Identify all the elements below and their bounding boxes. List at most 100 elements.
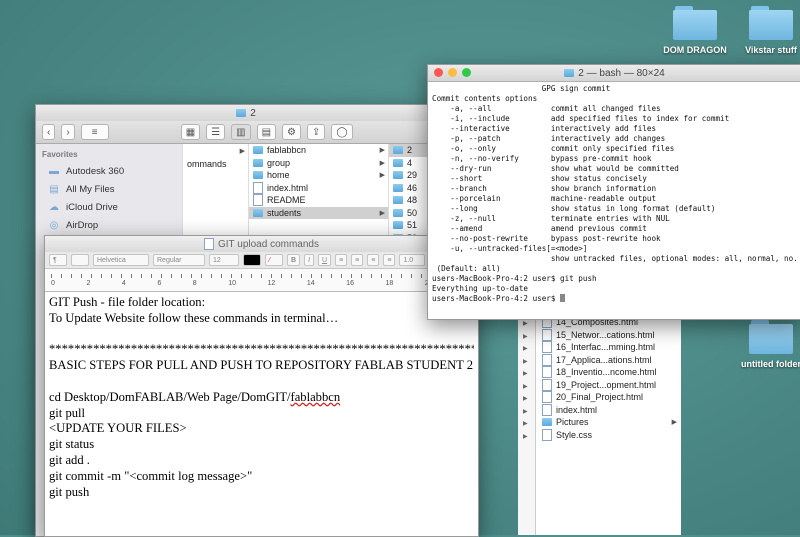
document-text-area[interactable]: GIT Push - file folder location: To Upda… (45, 292, 478, 503)
group-button[interactable]: ⚙ (282, 124, 301, 140)
text-line: git push (49, 484, 90, 499)
sidebar-item-airdrop[interactable]: ◎ AirDrop (36, 216, 182, 234)
sidebar-item-icloud[interactable]: ☁ iCloud Drive (36, 198, 182, 216)
list-item[interactable]: README (249, 194, 389, 207)
forward-button[interactable]: › (61, 124, 75, 140)
line-spacing-select[interactable]: 1.0 (399, 254, 426, 266)
terminal-output[interactable]: GPG sign commit Commit contents options -… (428, 82, 800, 306)
column-view-button[interactable]: ▥ (231, 124, 251, 140)
align-right-button[interactable]: ≡ (367, 254, 380, 266)
document-icon (204, 238, 214, 250)
ruler-numbers: 0 2 4 6 8 10 12 14 16 18 20 22 (51, 280, 472, 287)
list-item[interactable]: Style.css (536, 428, 681, 442)
desktop-folder-vikstar-stuff[interactable]: Vikstar stuff (726, 6, 800, 55)
triangle-right-icon[interactable]: ▶ (523, 370, 528, 377)
terminal-line: --interactive interactively add files (432, 124, 657, 133)
underline-button[interactable]: U (318, 254, 332, 266)
list-item[interactable]: home ▶ (249, 169, 389, 182)
list-item[interactable]: 16_Interfac...mming.html (536, 341, 681, 354)
italic-button[interactable]: I (304, 254, 315, 266)
minimize-button[interactable] (448, 68, 457, 77)
list-item[interactable]: index.html (249, 181, 389, 195)
align-left-button[interactable]: ≡ (335, 254, 348, 266)
justify-button[interactable]: ≡ (383, 254, 396, 266)
list-item[interactable]: 19_Project...opment.html (536, 378, 681, 392)
terminal-titlebar[interactable]: 2 — bash — 80×24 (428, 65, 800, 82)
triangle-right-icon[interactable]: ▶ (523, 383, 528, 390)
list-item-label: 29 (407, 170, 418, 181)
terminal-line: --no-post-rewrite bypass post-rewrite ho… (432, 234, 661, 243)
list-item[interactable]: Pictures ▶ (536, 416, 681, 429)
list-item[interactable]: students ▶ (249, 206, 389, 219)
chevron-left-icon: ‹ (47, 126, 51, 138)
font-size-select[interactable]: 12 (209, 254, 239, 266)
back-button[interactable]: ‹ (42, 124, 56, 140)
triangle-right-icon[interactable]: ▶ (523, 320, 528, 327)
triangle-right-icon[interactable]: ▶ (523, 345, 528, 352)
folder-icon (542, 418, 552, 427)
list-item-label: 20_Final_Project.html (556, 392, 644, 403)
list-item[interactable]: ommands (183, 158, 249, 171)
triangle-right-icon[interactable]: ▶ (523, 420, 528, 427)
icon-view-button[interactable]: ▦ (180, 124, 201, 140)
bold-button[interactable]: B (287, 254, 301, 266)
tag-icon: ◯ (336, 126, 348, 138)
html-file-icon (542, 341, 552, 354)
coverflow-button[interactable]: ▤ (256, 124, 277, 140)
sidebar-item-autodesk[interactable]: ▬ Autodesk 360 (36, 162, 182, 180)
sidebar-item-all-my-files[interactable]: ▤ All My Files (36, 180, 182, 198)
align-right-icon: ≡ (371, 256, 376, 264)
paragraph-style-button[interactable]: ¶ (49, 254, 67, 266)
list-item-label: students (267, 207, 302, 218)
list-item[interactable]: 20_Final_Project.html (536, 391, 681, 404)
folder-icon (253, 208, 263, 217)
close-button[interactable] (434, 68, 443, 77)
sidebar-item-label: iCloud Drive (66, 201, 118, 213)
coverflow-icon: ▤ (261, 126, 272, 138)
highlight-color-swatch[interactable]: ⁄ (265, 254, 283, 266)
share-button[interactable]: ⇪ (306, 124, 326, 140)
list-view-button[interactable]: ☰ (206, 124, 226, 140)
styles-dropdown[interactable] (71, 254, 89, 266)
list-item[interactable]: index.html (536, 403, 681, 417)
terminal-line: --branch show branch information (432, 184, 657, 193)
chevron-right-icon: › (66, 126, 70, 138)
triangle-right-icon[interactable]: ▶ (523, 433, 528, 440)
cloud-icon: ☁ (49, 201, 59, 213)
arrange-button[interactable]: ≡ (80, 124, 109, 140)
terminal-line: show untracked files, optional modes: al… (432, 254, 798, 263)
list-item[interactable]: group ▶ (249, 157, 389, 170)
folder-icon (393, 208, 403, 217)
tags-button[interactable]: ◯ (331, 124, 353, 140)
textedit-titlebar[interactable]: GIT upload commands (45, 236, 478, 252)
align-center-button[interactable]: ≡ (351, 254, 364, 266)
list-item[interactable]: 17_Applica...ations.html (536, 353, 681, 367)
ruler-number: 2 (86, 280, 91, 287)
window-controls (434, 68, 471, 77)
finder-titlebar[interactable]: 2 (36, 105, 456, 121)
triangle-right-icon[interactable]: ▶ (523, 395, 528, 402)
triangle-right-icon[interactable]: ▶ (523, 358, 528, 365)
font-weight-select[interactable]: Regular (153, 254, 205, 266)
triangle-right-icon: ▶ (671, 419, 677, 427)
list-item-label: 51 (407, 220, 418, 231)
html-file-icon (542, 403, 552, 416)
list-item[interactable]: 15_Networ...cations.html (536, 328, 681, 342)
ruler[interactable]: 0 2 4 6 8 10 12 14 16 18 20 22 (45, 269, 478, 292)
text-line: BASIC STEPS FOR PULL AND PUSH TO REPOSIT… (49, 358, 474, 373)
list-item[interactable]: 18_Inventio...ncome.html (536, 366, 681, 379)
list-item[interactable]: fablabbcn ▶ (249, 144, 389, 157)
folder-icon (253, 146, 263, 155)
desktop-icon-label: untitled folder (741, 359, 800, 369)
triangle-right-icon[interactable]: ▶ (523, 408, 528, 415)
terminal-line: Everything up-to-date (432, 284, 529, 293)
triangle-right-icon[interactable]: ▶ (523, 333, 528, 340)
css-file-icon (542, 428, 552, 441)
desktop-folder-untitled[interactable]: untitled folder (726, 320, 800, 369)
text-color-swatch[interactable] (243, 254, 261, 266)
zoom-button[interactable] (462, 68, 471, 77)
ruler-number: 0 (51, 280, 55, 287)
format-bar: ¶ Helvetica Regular 12 ⁄ B I U ≡ ≡ ≡ ≡ 1… (45, 252, 478, 269)
font-family-select[interactable]: Helvetica (93, 254, 149, 266)
sidebar-header: Favorites (42, 150, 78, 159)
